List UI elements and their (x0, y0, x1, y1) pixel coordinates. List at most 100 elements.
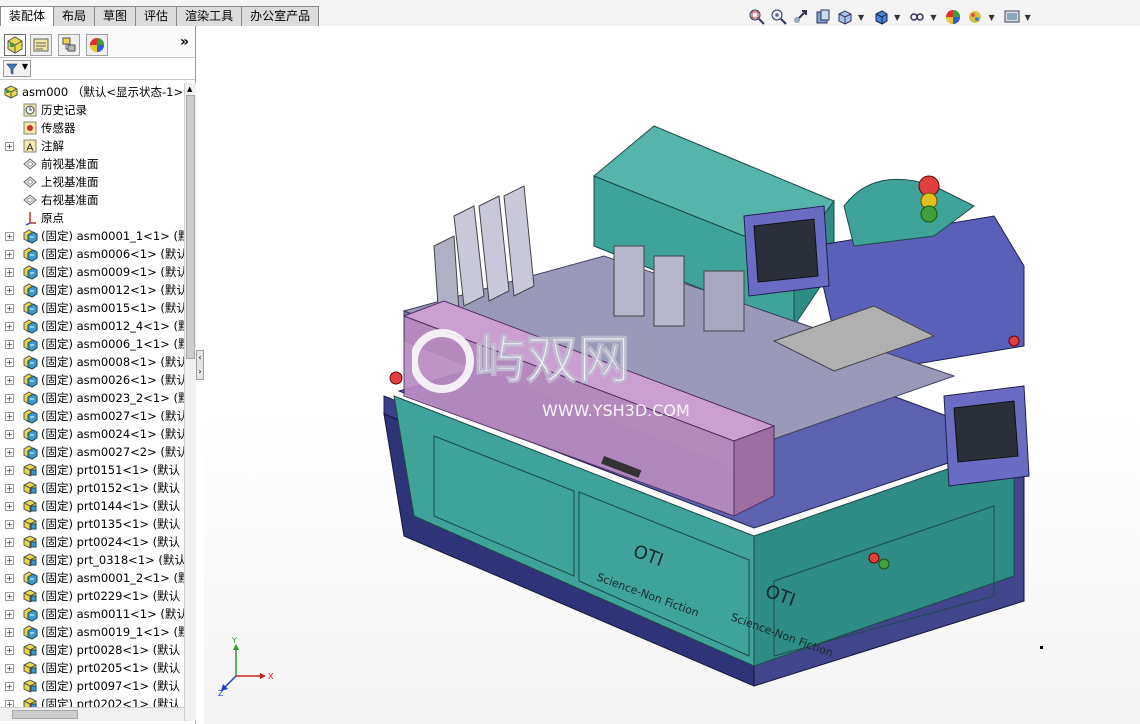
tree-item-label: (固定) prt0028<1> (默认 (41, 643, 181, 657)
expand-toggle-icon[interactable]: + (5, 484, 14, 493)
tree-item[interactable]: 原点 (0, 209, 184, 227)
tree-item[interactable]: + (固定) prt0152<1> (默认 (0, 479, 184, 497)
tree-item[interactable]: + (固定) asm0015<1> (默认 (0, 299, 184, 317)
section-view-icon[interactable] (814, 8, 832, 26)
tab-4[interactable]: 渲染工具 (176, 6, 243, 26)
zoom-area-icon[interactable] (770, 8, 788, 26)
assembly-icon (22, 426, 38, 442)
zoom-to-fit-icon[interactable] (748, 8, 766, 26)
expand-toggle-icon[interactable]: + (5, 250, 14, 259)
chevron-down-icon[interactable]: ▼ (858, 13, 864, 22)
previous-view-icon[interactable] (792, 8, 810, 26)
tree-item[interactable]: + (固定) asm0024<1> (默认 (0, 425, 184, 443)
expand-toggle-icon[interactable]: + (5, 664, 14, 673)
tab-0[interactable]: 装配体 (0, 6, 55, 27)
tree-item[interactable]: + (固定) asm0027<1> (默认 (0, 407, 184, 425)
tree-item[interactable]: 历史记录 (0, 101, 184, 119)
expand-panel-icon[interactable]: » (180, 34, 189, 50)
tree-item[interactable]: + (固定) prt0205<1> (默认 (0, 659, 184, 677)
tree-item[interactable]: + (固定) asm0012_4<1> (默 (0, 317, 184, 335)
expand-toggle-icon[interactable]: + (5, 502, 14, 511)
tree-item[interactable]: + (固定) asm0027<2> (默认 (0, 443, 184, 461)
expand-toggle-icon[interactable]: + (5, 394, 14, 403)
expand-toggle-icon[interactable]: + (5, 322, 14, 331)
expand-toggle-icon[interactable]: + (5, 448, 14, 457)
scroll-thumb[interactable] (186, 95, 195, 359)
chevron-down-icon[interactable]: ▼ (1025, 13, 1031, 22)
filter-button[interactable]: ▼ (3, 60, 31, 77)
tree-horizontal-scrollbar[interactable] (0, 707, 184, 721)
expand-toggle-icon[interactable]: + (5, 304, 14, 313)
tree-item[interactable]: 前视基准面 (0, 155, 184, 173)
chevron-down-icon[interactable]: ▼ (988, 13, 994, 22)
expand-toggle-icon[interactable]: + (5, 376, 14, 385)
tab-1[interactable]: 布局 (53, 6, 96, 26)
tree-item[interactable]: + (固定) asm0006<1> (默认 (0, 245, 184, 263)
feature-manager-icon[interactable] (4, 34, 26, 56)
tree-item[interactable]: + (固定) asm0006_1<1> (默 (0, 335, 184, 353)
tree-item[interactable]: + (固定) asm0023_2<1> (默 (0, 389, 184, 407)
expand-toggle-icon[interactable]: + (5, 538, 14, 547)
tree-item[interactable]: + (固定) prt0024<1> (默认 (0, 533, 184, 551)
tree-vertical-scrollbar[interactable]: ▲ (184, 83, 196, 721)
tree-item[interactable]: + (固定) prt0151<1> (默认 (0, 461, 184, 479)
expand-toggle-icon[interactable]: + (5, 232, 14, 241)
expand-toggle-icon[interactable]: + (5, 286, 14, 295)
tree-item[interactable]: + (固定) asm0026<1> (默认 (0, 371, 184, 389)
tree-item[interactable]: 右视基准面 (0, 191, 184, 209)
expand-toggle-icon[interactable]: + (5, 574, 14, 583)
scroll-thumb-horizontal[interactable] (12, 710, 78, 719)
expand-toggle-icon[interactable]: + (5, 430, 14, 439)
expand-toggle-icon[interactable]: + (5, 142, 14, 151)
tree-item[interactable]: + (固定) prt_0318<1> (默认 (0, 551, 184, 569)
tree-item[interactable]: + (固定) asm0008<1> (默认 (0, 353, 184, 371)
tab-5[interactable]: 办公室产品 (241, 6, 320, 26)
expand-toggle-icon[interactable]: + (5, 466, 14, 475)
tree-item[interactable]: 上视基准面 (0, 173, 184, 191)
tree-item[interactable]: + (固定) asm0011<1> (默认 (0, 605, 184, 623)
scroll-up-icon[interactable]: ▲ (187, 85, 192, 93)
expand-toggle-icon[interactable]: + (5, 610, 14, 619)
view-orientation-icon[interactable] (836, 8, 854, 26)
graphics-viewport[interactable]: ▼ ▼ ▼ ▼ ▼ OTI Science-Non Fiction OTI Sc… (204, 9, 1140, 724)
display-manager-icon[interactable] (86, 34, 108, 56)
tab-3[interactable]: 评估 (135, 6, 178, 26)
tree-item[interactable]: + (固定) prt0028<1> (默认 (0, 641, 184, 659)
configuration-manager-icon[interactable] (58, 34, 80, 56)
expand-toggle-icon[interactable]: + (5, 412, 14, 421)
expand-toggle-icon[interactable]: + (5, 682, 14, 691)
tree-item[interactable]: + (固定) prt0144<1> (默认 (0, 497, 184, 515)
expand-toggle-icon[interactable]: + (5, 628, 14, 637)
expand-toggle-icon[interactable]: + (5, 646, 14, 655)
tree-item[interactable]: + (固定) asm0009<1> (默认 (0, 263, 184, 281)
chevron-down-icon[interactable]: ▼ (930, 13, 936, 22)
assembly-icon (22, 444, 38, 460)
tree-item[interactable]: + (固定) prt0135<1> (默认 (0, 515, 184, 533)
property-manager-icon[interactable] (30, 34, 52, 56)
chevron-down-icon[interactable]: ▼ (894, 13, 900, 22)
expand-toggle-icon[interactable]: + (5, 358, 14, 367)
tree-item[interactable]: + (固定) asm0001_2<1> (默 (0, 569, 184, 587)
view-settings-icon[interactable] (1003, 8, 1021, 26)
expand-toggle-icon[interactable]: + (5, 340, 14, 349)
edit-appearance-icon[interactable] (944, 8, 962, 26)
expand-toggle-icon[interactable]: + (5, 520, 14, 529)
tree-item-label: (固定) asm0027<1> (默认 (41, 409, 184, 423)
tree-item[interactable]: + (固定) asm0012<1> (默认 (0, 281, 184, 299)
panel-collapse-handle[interactable]: ‹ › (196, 350, 204, 380)
tab-2[interactable]: 草图 (94, 6, 137, 26)
assembly-icon (22, 624, 38, 640)
tree-item[interactable]: + (固定) asm0019_1<1> (默 (0, 623, 184, 641)
expand-toggle-icon[interactable]: + (5, 268, 14, 277)
tree-item[interactable]: + (固定) prt0097<1> (默认 (0, 677, 184, 695)
display-style-icon[interactable] (872, 8, 890, 26)
tree-item[interactable]: + (固定) prt0229<1> (默认 (0, 587, 184, 605)
tree-item[interactable]: + (固定) asm0001_1<1> (默 (0, 227, 184, 245)
tree-item[interactable]: 传感器 (0, 119, 184, 137)
apply-scene-icon[interactable] (966, 8, 984, 26)
tree-item[interactable]: asm000 （默认<显示状态-1> (0, 83, 184, 101)
hide-show-items-icon[interactable] (908, 8, 926, 26)
expand-toggle-icon[interactable]: + (5, 556, 14, 565)
tree-item[interactable]: + A 注解 (0, 137, 184, 155)
expand-toggle-icon[interactable]: + (5, 592, 14, 601)
